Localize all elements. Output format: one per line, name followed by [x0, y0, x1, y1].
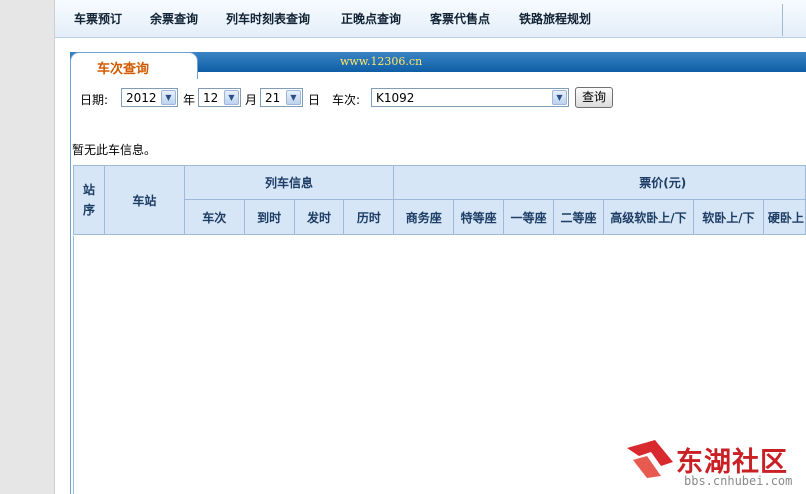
nav-delay-query[interactable]: 正晚点查询 [341, 10, 401, 27]
col-departure-time: 发时 [293, 199, 345, 235]
train-number-value: K1092 [376, 91, 415, 105]
query-button[interactable]: 查询 [575, 87, 613, 108]
nav-timetable-query[interactable]: 列车时刻表查询 [226, 10, 310, 27]
nav-divider [782, 4, 783, 36]
col-station-order: 站序 [73, 165, 105, 235]
col-hard-sleeper: 硬卧上 [762, 199, 806, 235]
nav-ticket-booking[interactable]: 车票预订 [74, 10, 122, 27]
nav-ticket-agencies[interactable]: 客票代售点 [430, 10, 490, 27]
top-nav: 车票预订 余票查询 列车时刻表查询 正晚点查询 客票代售点 铁路旅程规划 [55, 0, 806, 38]
train-number-select[interactable]: K1092 ▼ [371, 88, 569, 107]
month-select[interactable]: 12 ▼ [198, 88, 241, 107]
watermark-logo-icon [627, 440, 673, 478]
col-second-class: 二等座 [553, 199, 605, 235]
col-first-class: 一等座 [503, 199, 555, 235]
group-ticket-price: 票价(元) [393, 165, 806, 200]
col-soft-sleeper: 软卧上/下 [692, 199, 764, 235]
result-table: 站序 车站 列车信息 票价(元) 车次 到时 发时 历时 商务座 特等座 一等座… [73, 165, 806, 235]
col-deluxe-soft-sleeper: 高级软卧上/下 [603, 199, 694, 235]
chevron-down-icon[interactable]: ▼ [286, 90, 301, 105]
tab-train-query-label: 车次查询 [97, 62, 150, 77]
col-station: 车站 [103, 165, 185, 235]
col-duration: 历时 [343, 199, 395, 235]
group-train-info: 列车信息 [183, 165, 395, 200]
watermark-url: bbs.cnhubei.com [684, 474, 793, 488]
col-train-number: 车次 [183, 199, 245, 235]
left-gutter [0, 0, 54, 494]
year-select[interactable]: 2012 ▼ [121, 88, 178, 107]
day-value: 21 [265, 91, 281, 105]
day-select[interactable]: 21 ▼ [260, 88, 303, 107]
chevron-down-icon[interactable]: ▼ [161, 90, 176, 105]
col-premium-seat: 特等座 [453, 199, 505, 235]
month-unit: 月 [245, 93, 258, 107]
chevron-down-icon[interactable]: ▼ [224, 90, 239, 105]
year-value: 2012 [126, 91, 157, 105]
train-number-label: 车次: [332, 93, 361, 107]
month-value: 12 [203, 91, 219, 105]
col-business-seat: 商务座 [393, 199, 455, 235]
year-unit: 年 [183, 93, 196, 107]
site-url: www.12306.cn [340, 55, 423, 68]
chevron-down-icon[interactable]: ▼ [552, 90, 567, 105]
nav-route-planning[interactable]: 铁路旅程规划 [519, 10, 591, 27]
no-train-info-message: 暂无此车信息。 [72, 143, 157, 157]
col-arrival-time: 到时 [243, 199, 295, 235]
day-unit: 日 [308, 93, 321, 107]
date-label: 日期: [80, 93, 109, 107]
page-edge-divider [54, 0, 55, 494]
nav-remaining-tickets[interactable]: 余票查询 [150, 10, 198, 27]
